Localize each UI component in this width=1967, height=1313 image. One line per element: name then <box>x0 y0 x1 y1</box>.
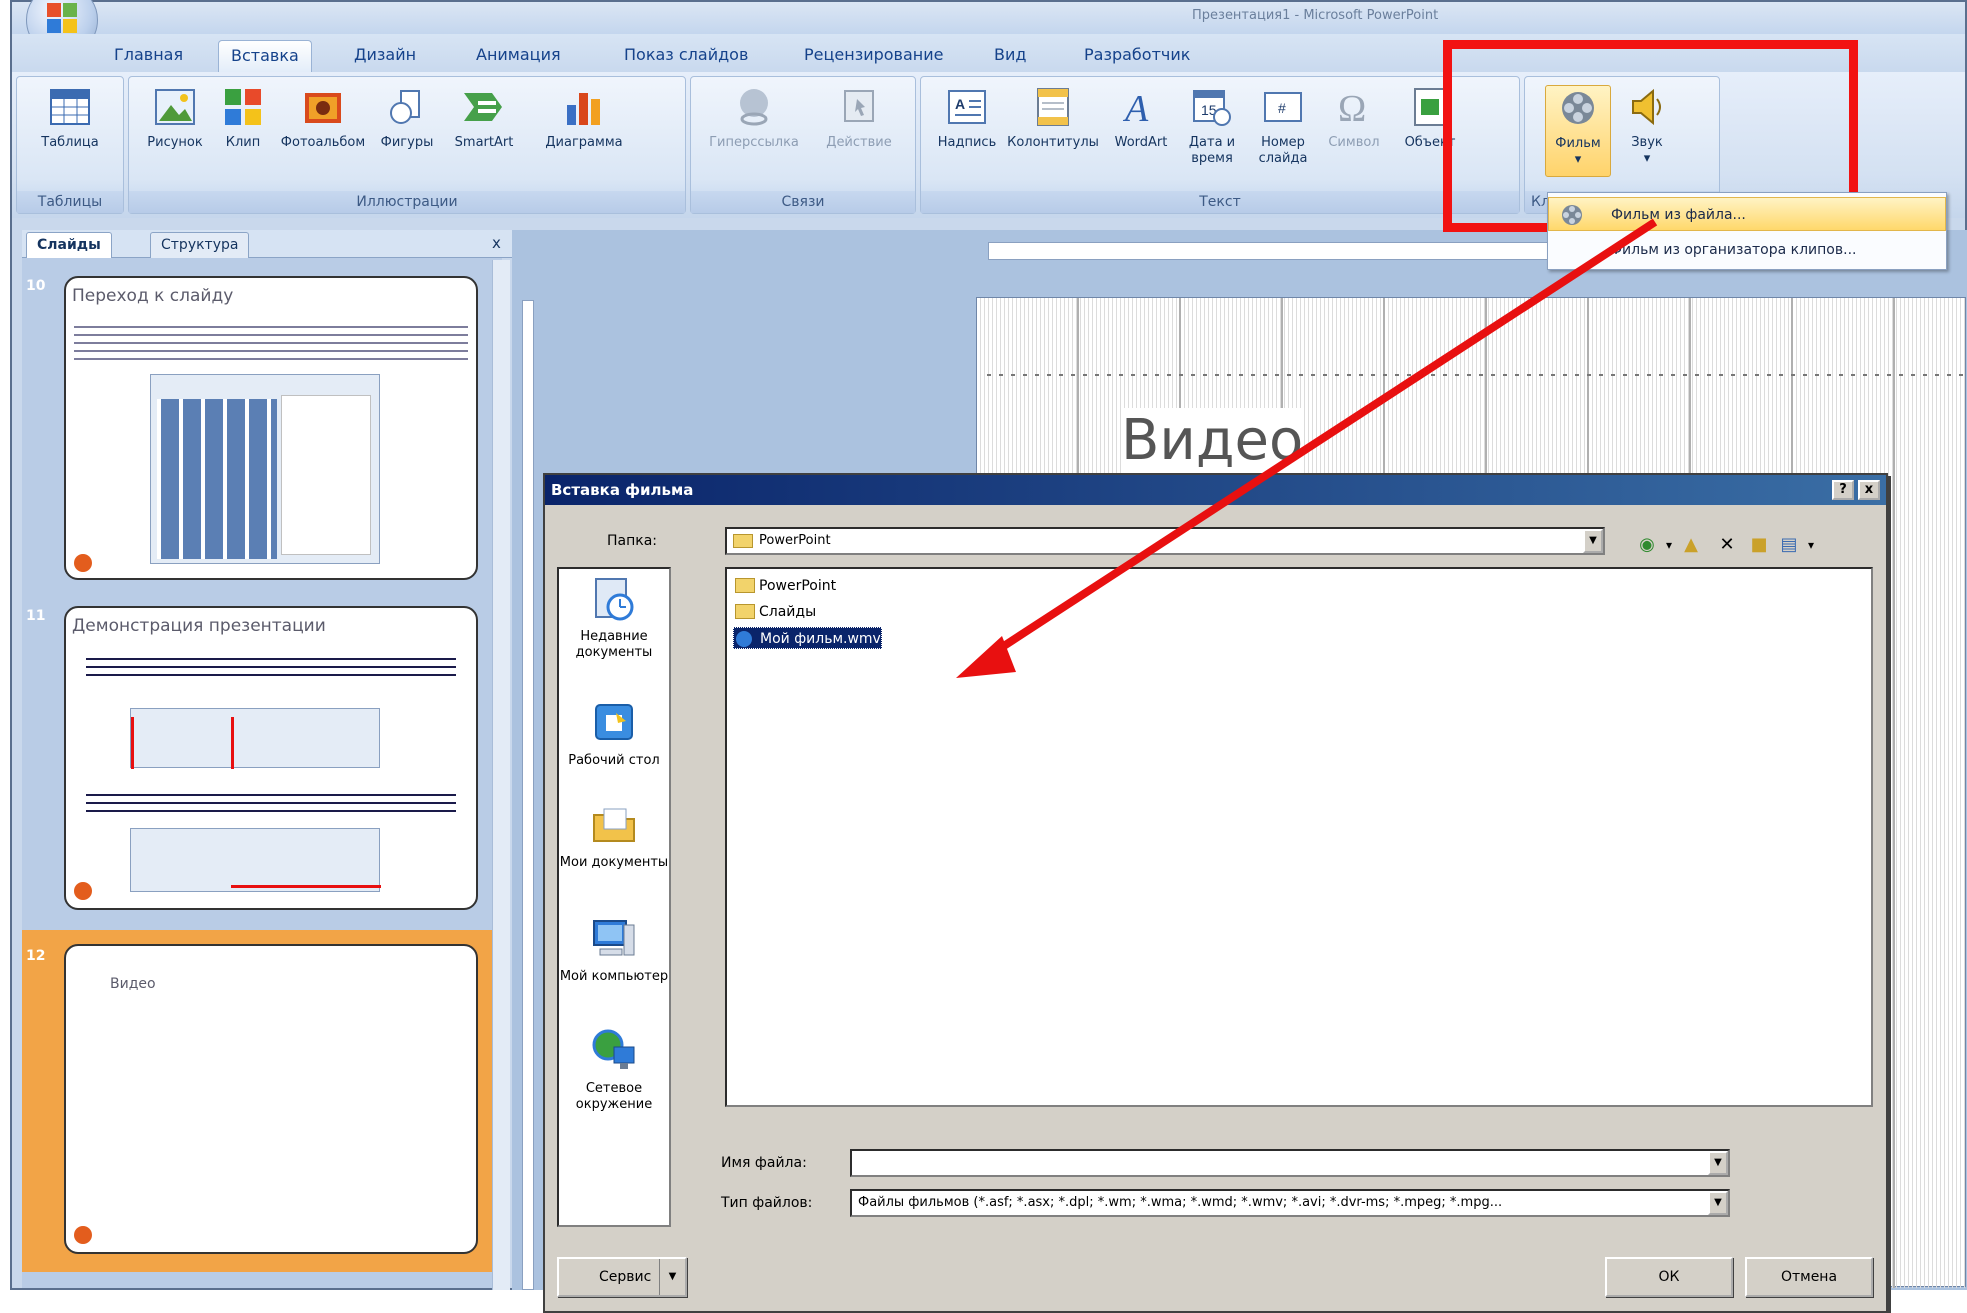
annotation-arrow <box>956 218 1658 678</box>
screenshot: Презентация1 - Microsoft PowerPoint Глав… <box>0 0 1967 1313</box>
arrow-shaft <box>987 218 1658 659</box>
